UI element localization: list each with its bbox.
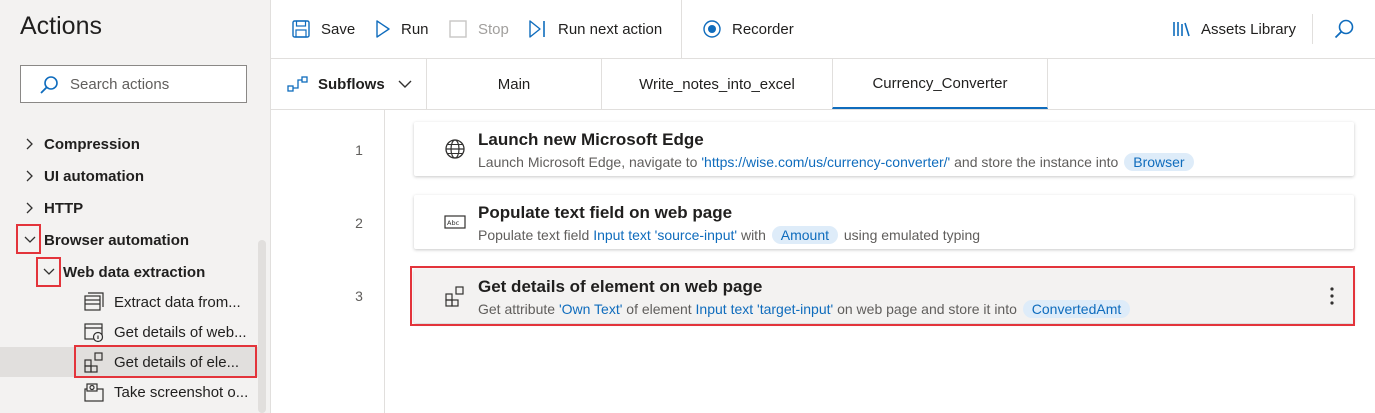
step-icon: [529, 20, 545, 38]
record-icon: [703, 20, 721, 38]
webpage-info-icon: [84, 323, 104, 343]
assets-library-button[interactable]: Assets Library: [1171, 0, 1296, 58]
action-get-details-web-page[interactable]: Get details of web...: [83, 317, 247, 347]
subflow-tabbar: Subflows Main Write_notes_into_excel Cur…: [271, 59, 1375, 110]
run-next-label: Run next action: [558, 20, 663, 38]
toolbar-divider: [1312, 14, 1313, 44]
highlight-box: [36, 257, 61, 287]
tree-group-label: Compression: [44, 135, 140, 153]
search-box[interactable]: [20, 65, 247, 103]
actions-title: Actions: [20, 12, 102, 40]
library-icon: [1173, 22, 1190, 37]
highlight-box: [410, 266, 1355, 326]
line-number: 1: [355, 142, 363, 158]
run-button[interactable]: Run: [375, 0, 429, 58]
tab-write-notes-into-excel[interactable]: Write_notes_into_excel: [601, 59, 832, 109]
action-label: Get details of web...: [114, 323, 247, 341]
step-description: Launch Microsoft Edge, navigate to 'http…: [478, 153, 1196, 171]
desc-link[interactable]: 'https://wise.com/us/currency-converter/…: [701, 154, 950, 170]
tab-main[interactable]: Main: [426, 59, 601, 109]
run-label: Run: [401, 20, 429, 38]
designer-toolbar: Save Run Stop Run next action Recorder A…: [271, 0, 1375, 59]
action-label: Take screenshot o...: [114, 383, 249, 401]
stop-icon: [449, 20, 467, 38]
actions-pane: Actions Compression UI automation HTTP B…: [0, 0, 271, 413]
action-take-screenshot[interactable]: Take screenshot o...: [83, 377, 248, 407]
toolbar-divider: [681, 0, 682, 58]
play-icon: [376, 20, 390, 38]
chevron-right-icon: [26, 170, 33, 182]
tree-group-label: HTTP: [44, 199, 84, 217]
stop-label: Stop: [478, 20, 509, 38]
highlight-box: [74, 345, 257, 378]
search-icon: [40, 76, 58, 94]
screenshot-icon: [84, 383, 104, 402]
variable-chip[interactable]: Amount: [771, 226, 838, 244]
chevron-down-icon: [398, 80, 412, 88]
action-label: Extract data from...: [114, 293, 241, 311]
globe-icon: [445, 139, 465, 159]
sidebar-scrollbar[interactable]: [258, 240, 266, 413]
recorder-label: Recorder: [732, 20, 794, 38]
tree-group-label: Browser automation: [44, 231, 190, 249]
recorder-button[interactable]: Recorder: [702, 0, 794, 58]
desc-link[interactable]: Input text 'source-input': [593, 227, 737, 243]
line-number: 2: [355, 215, 363, 231]
tab-label: Main: [497, 75, 531, 93]
tree-group-web-data-extraction[interactable]: Web data extraction: [41, 257, 205, 287]
desc-text: Populate text field: [478, 227, 594, 243]
step-description: Populate text field Input text 'source-i…: [478, 226, 980, 244]
action-extract-data[interactable]: Extract data from...: [83, 287, 241, 317]
text-field-icon: Abc: [444, 215, 466, 229]
tab-currency-converter[interactable]: Currency_Converter: [832, 59, 1048, 109]
desc-text: Launch Microsoft Edge, navigate to: [478, 154, 702, 170]
step-title: Populate text field on web page: [478, 203, 733, 222]
tree-group-browser-automation[interactable]: Browser automation: [22, 225, 189, 255]
tab-label: Currency_Converter: [872, 74, 1008, 92]
tree-group-compression[interactable]: Compression: [22, 129, 140, 159]
desc-text: using emulated typing: [840, 227, 981, 243]
search-flow-button[interactable]: [1333, 0, 1365, 58]
svg-text:Abc: Abc: [447, 219, 460, 227]
subflows-dropdown[interactable]: Subflows: [271, 59, 426, 109]
search-input[interactable]: [70, 66, 240, 102]
chevron-right-icon: [26, 202, 33, 214]
save-label: Save: [321, 20, 356, 38]
flow-step[interactable]: Abc Populate text field on web page Popu…: [414, 195, 1354, 249]
tree-group-label: Web data extraction: [63, 263, 206, 281]
tree-group-http[interactable]: HTTP: [22, 193, 83, 223]
desc-text: with: [737, 227, 770, 243]
tree-group-ui-automation[interactable]: UI automation: [22, 161, 144, 191]
variable-chip[interactable]: Browser: [1124, 153, 1194, 171]
line-number: 3: [355, 288, 363, 304]
save-button[interactable]: Save: [291, 0, 355, 58]
table-icon: [84, 292, 104, 311]
subflows-icon: [287, 76, 308, 92]
chevron-right-icon: [26, 138, 33, 150]
search-icon: [1334, 19, 1354, 39]
save-icon: [292, 20, 310, 38]
flow-step[interactable]: Launch new Microsoft Edge Launch Microso…: [414, 122, 1354, 176]
highlight-box: [16, 224, 41, 254]
desc-text: and store the instance into: [950, 154, 1123, 170]
subflows-label: Subflows: [318, 75, 385, 93]
run-next-action-button[interactable]: Run next action: [528, 0, 662, 58]
step-title: Launch new Microsoft Edge: [478, 130, 704, 149]
tab-label: Write_notes_into_excel: [639, 75, 795, 93]
tree-group-label: UI automation: [44, 167, 144, 185]
assets-label: Assets Library: [1201, 20, 1297, 38]
stop-button[interactable]: Stop: [448, 0, 509, 58]
